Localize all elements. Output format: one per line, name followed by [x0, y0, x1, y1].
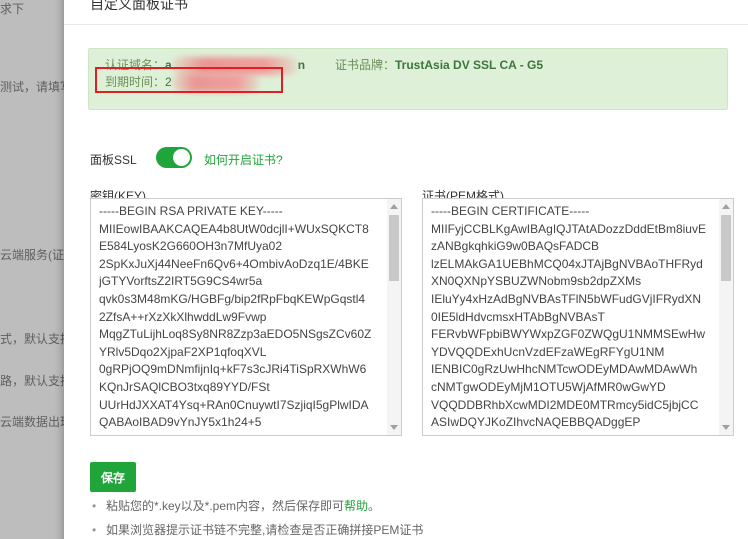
ssl-help-link[interactable]: 如何开启证书? — [204, 151, 283, 168]
scroll-down-icon[interactable] — [390, 425, 398, 430]
note-text: 如果浏览器提示证书链不完整,请检查是否正确拼接PEM证书 — [106, 523, 424, 537]
scroll-down-icon[interactable] — [722, 425, 730, 430]
highlight-box — [95, 67, 283, 93]
note-text: 粘贴您的*.key以及*.pem内容，然后保存即可 — [106, 499, 345, 513]
cert-line: zANBgkqhkiG9w0BAQsFADCB — [431, 239, 600, 254]
scroll-thumb[interactable] — [389, 215, 399, 281]
scroll-up-icon[interactable] — [722, 204, 730, 209]
key-line: QABAoIBAD9vYnJY5x1h24+5 — [99, 415, 262, 430]
cert-line: cNMTgwODEyMjM1OTU5WjAfMR0wGwYD — [431, 379, 666, 394]
dialog-title: 自定义面板证书 — [90, 0, 188, 12]
save-button[interactable]: 保存 — [90, 462, 136, 492]
cert-line: YDVQQDExhUcnVzdEFzaWEgRFYgU1NM — [431, 344, 665, 359]
note-item: 粘贴您的*.key以及*.pem内容，然后保存即可帮助。 — [90, 498, 423, 522]
help-link[interactable]: 帮助 — [344, 499, 368, 513]
domain-value-end: n — [297, 58, 306, 72]
background-text: 路，默认支持 — [0, 374, 73, 388]
key-line: 0gRPjOQ9mDNmfijnIq+kF7s3cJRi4TiSpRXWhW6 — [99, 362, 367, 377]
cert-scrollbar[interactable] — [719, 199, 733, 435]
cert-line: VQQDDBRhbXcwMDI2MDE0MTRmcy5idC5jbjCC — [431, 397, 699, 412]
key-line: UUrHdJXXAT4Ysq+RAn0CnuywtI7SzjiqI5gPlwID… — [99, 397, 369, 412]
key-line: E584LyosK2G660OH3n7MfUya02 — [99, 239, 282, 254]
cert-line: FERvbWFpbiBWYWxpZGF0ZWQgU1NMMSEwHw — [431, 327, 706, 342]
title-divider — [64, 24, 748, 25]
brand-row: 证书品牌：TrustAsia DV SSL CA - G5 — [335, 56, 543, 73]
cert-line: IEluYy4xHzAdBgNVBAsTFlN5bWFudGVjIFRydXN — [431, 291, 702, 306]
key-line: MqgZTuLijhLoq8Sy8NR8Zzp3aEDO5NSgsZCv60Z — [99, 327, 372, 342]
brand-value: TrustAsia DV SSL CA - G5 — [395, 58, 544, 72]
key-line: YRlv5Dqo2XjpaF2XP1qfoqXVL — [99, 344, 267, 359]
key-line: MIIEowIBAAKCAQEA4b8UtW0dcjlI+WUxSQKCT8 — [99, 221, 369, 236]
cert-line: XN0QXNpYSBUZWNobm9sb2dpZXMs — [431, 274, 642, 289]
cert-line: lzELMAkGA1UEBhMCQ04xJTAjBgNVBAoTHFRyd — [431, 256, 703, 271]
key-line: qvk0s3M48mKG/HGBFg/bip2fRpFbqKEWpGqstl4 — [99, 291, 366, 306]
key-line: KQnJrSAQlCBO3txq89YYD/FSt — [99, 379, 270, 394]
key-line: -----BEGIN RSA PRIVATE KEY----- — [99, 204, 283, 218]
help-notes: 粘贴您的*.key以及*.pem内容，然后保存即可帮助。 如果浏览器提示证书链不… — [90, 498, 423, 539]
cert-line: 0IE5ldHdvcmsxHTAbBgNVBAsT — [431, 309, 605, 324]
key-line: 2ZfsA++rXzXkXlhwddLw9Fvwp — [99, 309, 267, 324]
note-item: 如果浏览器提示证书链不完整,请检查是否正确拼接PEM证书 — [90, 522, 423, 539]
key-scrollbar[interactable] — [387, 199, 401, 435]
certificate-info-box: 认证域名：a n 证书品牌：TrustAsia DV SSL CA - G5 到期… — [88, 48, 728, 110]
note-text-end: 。 — [368, 499, 381, 513]
cert-line: MIIFyjCCBLKgAwIBAgIQJTAtADozzDddEtBm8iuv… — [431, 221, 706, 236]
key-line: jGTYVorftsZ2IRT5G9CS4wr5a — [99, 274, 263, 289]
cert-line: -----BEGIN CERTIFICATE----- — [431, 204, 590, 218]
background-text: 测试，请填写 — [0, 80, 73, 94]
panel-certificate-dialog: 自定义面板证书 认证域名：a n 证书品牌：TrustAsia DV SSL CA… — [64, 0, 748, 539]
background-text: 式，默认支持 — [0, 332, 73, 346]
cert-line: ASIwDQYJKoZIhvcNAQEBBQADggEP — [431, 415, 641, 430]
scroll-up-icon[interactable] — [390, 204, 398, 209]
key-text: -----BEGIN RSA PRIVATE KEY----- MIIEowIBA… — [99, 203, 385, 432]
panel-ssl-toggle[interactable] — [156, 147, 192, 168]
cert-textarea[interactable]: -----BEGIN CERTIFICATE----- MIIFyjCCBLKgA… — [422, 198, 734, 436]
panel-ssl-label: 面板SSL — [90, 153, 137, 167]
cert-line: IENBIC0gRzUwHhcNMTcwODEyMDAwMDAwWh — [431, 362, 698, 377]
key-line: 2SpKxJuXj44NeeFn6Qv6+4OmbivAoDzq1E/4BKE — [99, 256, 369, 271]
background-text: 求下 — [0, 2, 25, 16]
cert-text: -----BEGIN CERTIFICATE----- MIIFyjCCBLKgA… — [431, 203, 717, 432]
toggle-knob — [173, 149, 190, 166]
background-text: 云端数据出现 — [0, 415, 73, 429]
key-textarea[interactable]: -----BEGIN RSA PRIVATE KEY----- MIIEowIBA… — [90, 198, 402, 436]
scroll-thumb[interactable] — [721, 215, 731, 281]
brand-label: 证书品牌： — [335, 58, 396, 72]
